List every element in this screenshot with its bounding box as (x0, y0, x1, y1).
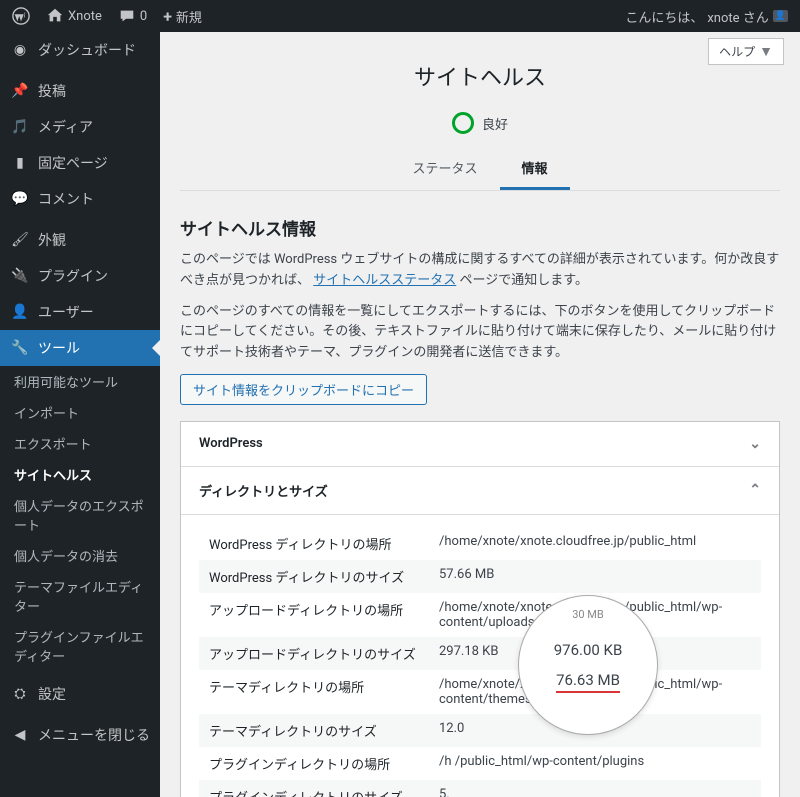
menu-tools[interactable]: 🔧ツール (0, 330, 160, 366)
menu-dashboard[interactable]: ◉ダッシュボード (0, 32, 160, 68)
settings-icon: ⛭ (10, 684, 30, 704)
table-row: WordPress ディレクトリのサイズ57.66 MB (199, 560, 761, 593)
menu-comments[interactable]: 💬コメント (0, 181, 160, 217)
site-name-link[interactable]: Xnote (42, 7, 106, 25)
content-area: ヘルプ ▼ サイトヘルス 良好 ステータス 情報 サイトヘルス情報 このページで… (160, 32, 800, 797)
site-name: Xnote (68, 9, 102, 24)
tab-status[interactable]: ステータス (390, 148, 499, 190)
tab-info[interactable]: 情報 (500, 148, 570, 190)
new-label: 新規 (176, 7, 202, 26)
new-content-link[interactable]: + 新規 (159, 7, 206, 26)
table-row: アップロードディレクトリのサイズ297.18 KB (199, 637, 761, 670)
comment-count: 0 (140, 9, 147, 24)
health-tabs: ステータス 情報 (180, 148, 780, 191)
section-description-1: このページでは WordPress ウェブサイトの構成に関するすべての詳細が表示… (180, 250, 780, 292)
status-text: 良好 (482, 114, 508, 133)
user-greeting[interactable]: こんにちは、 xnote さん 👤 (621, 7, 792, 26)
comment-icon (118, 7, 136, 25)
menu-pages[interactable]: ▮固定ページ (0, 145, 160, 181)
table-row: プラグインディレクトリのサイズ5. (199, 780, 761, 797)
admin-toolbar: Xnote 0 + 新規 こんにちは、 xnote さん 👤 (0, 0, 800, 32)
chevron-up-icon: ⌃ (749, 482, 761, 498)
submenu-theme-editor[interactable]: テーマファイルエディター (0, 571, 160, 621)
menu-media[interactable]: 🎵メディア (0, 109, 160, 145)
user-icon: 👤 (10, 302, 30, 322)
submenu-export[interactable]: エクスポート (0, 428, 160, 459)
table-row: テーマディレクトリのサイズ12.0 (199, 714, 761, 747)
menu-collapse[interactable]: ◀メニューを閉じる (0, 717, 160, 753)
table-row: テーマディレクトリの場所/home/xnote/xnote.cloudfree.… (199, 670, 761, 714)
brush-icon: 🖌 (10, 230, 30, 250)
submenu-plugin-editor[interactable]: プラグインファイルエディター (0, 621, 160, 671)
comments-link[interactable]: 0 (114, 7, 151, 25)
section-description-2: このページのすべての情報を一覧にしてエクスポートするには、下のボタンを使用してク… (180, 302, 780, 364)
site-health-status-link[interactable]: サイトヘルスステータス (313, 273, 456, 288)
page-title: サイトヘルス (180, 60, 780, 92)
menu-settings[interactable]: ⛭設定 (0, 676, 160, 712)
menu-appearance[interactable]: 🖌外観 (0, 222, 160, 258)
status-ring-icon (452, 112, 474, 134)
table-row: プラグインディレクトリの場所/h /public_html/wp-content… (199, 747, 761, 780)
plus-icon: + (163, 7, 172, 26)
comment-icon: 💬 (10, 189, 30, 209)
admin-menu: ◉ダッシュボード 📌投稿 🎵メディア ▮固定ページ 💬コメント 🖌外観 🔌プラグ… (0, 32, 160, 797)
pin-icon: 📌 (10, 81, 30, 101)
chevron-down-icon: ▼ (759, 43, 773, 60)
table-row: WordPress ディレクトリの場所/home/xnote/xnote.clo… (199, 527, 761, 560)
copy-site-info-button[interactable]: サイト情報をクリップボードにコピー (180, 374, 427, 405)
avatar: 👤 (773, 10, 788, 22)
wordpress-icon (12, 7, 30, 25)
accordion-directories[interactable]: ディレクトリとサイズ ⌃ (181, 467, 779, 515)
submenu-site-health[interactable]: サイトヘルス (0, 459, 160, 490)
page-icon: ▮ (10, 153, 30, 173)
media-icon: 🎵 (10, 117, 30, 137)
menu-posts[interactable]: 📌投稿 (0, 73, 160, 109)
submenu-export-personal[interactable]: 個人データのエクスポート (0, 490, 160, 540)
collapse-icon: ◀ (10, 725, 30, 745)
table-row: アップロードディレクトリの場所/home/xnote/xnote.cloudfr… (199, 593, 761, 637)
accordion-wordpress[interactable]: WordPress ⌄ (181, 422, 779, 467)
info-accordion: WordPress ⌄ ディレクトリとサイズ ⌃ WordPress ディレクト… (180, 421, 780, 797)
submenu-available-tools[interactable]: 利用可能なツール (0, 366, 160, 397)
plugin-icon: 🔌 (10, 266, 30, 286)
dashboard-icon: ◉ (10, 40, 30, 60)
submenu-import[interactable]: インポート (0, 397, 160, 428)
chevron-down-icon: ⌄ (749, 436, 761, 452)
site-health-header: サイトヘルス 良好 ステータス 情報 (180, 42, 780, 191)
wp-logo[interactable] (8, 7, 34, 25)
menu-plugins[interactable]: 🔌プラグイン (0, 258, 160, 294)
directories-panel: WordPress ディレクトリの場所/home/xnote/xnote.clo… (181, 515, 779, 797)
menu-users[interactable]: 👤ユーザー (0, 294, 160, 330)
tools-icon: 🔧 (10, 338, 30, 358)
submenu-erase-personal[interactable]: 個人データの消去 (0, 540, 160, 571)
home-icon (46, 7, 64, 25)
section-heading: サイトヘルス情報 (180, 215, 780, 240)
directories-table: WordPress ディレクトリの場所/home/xnote/xnote.clo… (199, 527, 761, 797)
help-tab[interactable]: ヘルプ ▼ (708, 38, 784, 65)
